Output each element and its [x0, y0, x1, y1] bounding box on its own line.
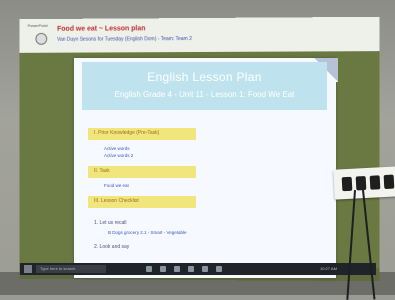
socket — [356, 176, 367, 191]
slide-title: English Lesson Plan — [82, 70, 327, 84]
store-icon[interactable] — [188, 266, 194, 272]
media-icon[interactable] — [216, 266, 222, 272]
section-heading-1-text: I. Prior Knowledge (Pre-Task) — [94, 130, 159, 136]
step-label: 2. Look and say — [94, 244, 129, 250]
list-item[interactable]: Active words — [104, 146, 130, 151]
app-title: Food we eat ~ Lesson plan — [57, 25, 145, 32]
slide-subtitle: English Grade 4 - Unit 11 - Lesson 1: Fo… — [82, 90, 327, 99]
socket — [384, 175, 395, 190]
clock[interactable]: 10:27 AM — [320, 266, 337, 271]
section-heading-1: I. Prior Knowledge (Pre-Task) — [88, 128, 196, 140]
search-placeholder: Type here to search — [40, 266, 75, 271]
browser-icon[interactable] — [160, 266, 166, 272]
app-menu-label[interactable]: PowerPoint — [28, 23, 48, 28]
windows-icon[interactable] — [24, 265, 32, 273]
title-banner: English Lesson Plan English Grade 4 - Un… — [82, 62, 327, 110]
list-item[interactable]: Food we eat — [104, 183, 129, 188]
step-detail[interactable]: B Dogs grocery 2.1 - Smart - Vegetable — [108, 230, 187, 235]
taskbar: Type here to search 10:27 AM — [20, 263, 376, 275]
folder-icon[interactable] — [174, 266, 180, 272]
task-view-icon[interactable] — [146, 266, 152, 272]
socket — [342, 177, 353, 192]
mail-icon[interactable] — [202, 266, 208, 272]
app-header: PowerPoint Food we eat ~ Lesson plan Van… — [20, 17, 380, 53]
socket — [370, 175, 381, 190]
list-item[interactable]: Active words 2 — [104, 153, 133, 158]
section-heading-2: II. Task — [88, 166, 196, 178]
app-logo-icon — [35, 33, 47, 45]
section-heading-3: III. Lesson Checklist — [88, 196, 196, 208]
step-label: 1. Let us recall — [94, 220, 127, 226]
app-subtitle: Van Duyn Sesons for Tuesday (English Dom… — [57, 36, 192, 43]
section-heading-3-text: III. Lesson Checklist — [94, 198, 139, 204]
taskbar-search-input[interactable]: Type here to search — [36, 265, 106, 273]
section-heading-2-text: II. Task — [94, 168, 110, 174]
